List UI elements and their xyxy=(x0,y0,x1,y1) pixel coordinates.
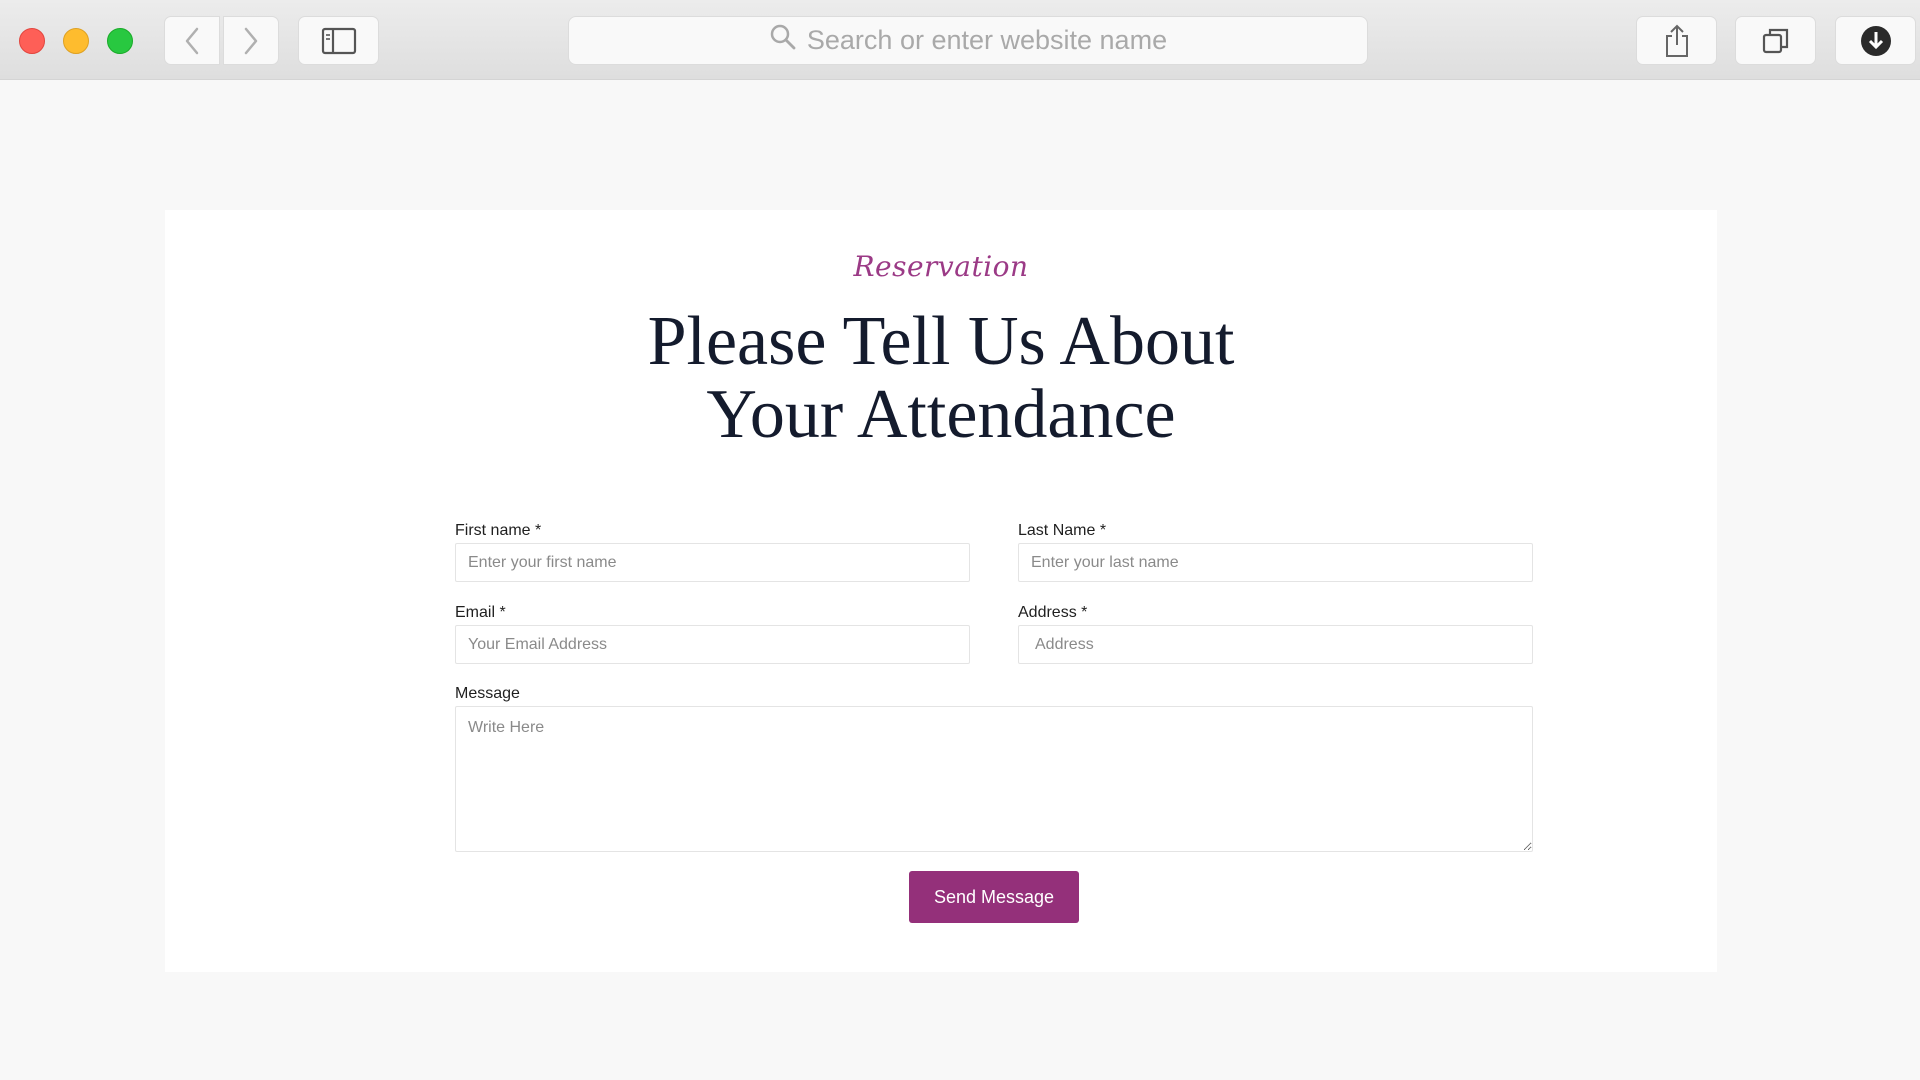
minimize-window-button[interactable] xyxy=(63,28,89,54)
sidebar-icon xyxy=(321,27,357,55)
first-name-input[interactable] xyxy=(455,543,970,582)
download-icon xyxy=(1860,25,1892,57)
sidebar-toggle-button[interactable] xyxy=(298,16,379,65)
chevron-right-icon xyxy=(243,27,259,55)
email-label: Email * xyxy=(455,604,506,621)
page-title: Please Tell Us About Your Attendance xyxy=(165,305,1717,451)
address-placeholder: Search or enter website name xyxy=(806,25,1168,55)
search-icon xyxy=(769,23,797,58)
share-icon xyxy=(1663,24,1691,58)
email-input[interactable] xyxy=(455,625,970,664)
last-name-input[interactable] xyxy=(1018,543,1533,582)
forward-button[interactable] xyxy=(223,16,279,65)
message-textarea[interactable] xyxy=(455,706,1533,852)
zoom-window-button[interactable] xyxy=(107,28,133,54)
address-label: Address * xyxy=(1018,604,1088,621)
reservation-form-card: Reservation Please Tell Us About Your At… xyxy=(165,210,1717,972)
page-title-line-1: Please Tell Us About xyxy=(647,303,1235,380)
share-button[interactable] xyxy=(1636,16,1717,65)
back-button[interactable] xyxy=(164,16,220,65)
page-title-line-2: Your Attendance xyxy=(706,376,1176,453)
send-message-button[interactable]: Send Message xyxy=(909,871,1079,923)
tabs-icon xyxy=(1761,26,1791,56)
first-name-label: First name * xyxy=(455,522,542,539)
tabs-overview-button[interactable] xyxy=(1735,16,1816,65)
address-bar[interactable]: Search or enter website name xyxy=(568,16,1368,65)
downloads-button[interactable] xyxy=(1835,16,1916,65)
section-kicker: Reservation xyxy=(853,250,1029,283)
close-window-button[interactable] xyxy=(19,28,45,54)
chevron-left-icon xyxy=(184,27,200,55)
address-input[interactable] xyxy=(1018,625,1533,664)
message-label: Message xyxy=(455,685,520,702)
last-name-label: Last Name * xyxy=(1018,522,1107,539)
browser-toolbar: Search or enter website name xyxy=(0,0,1920,80)
